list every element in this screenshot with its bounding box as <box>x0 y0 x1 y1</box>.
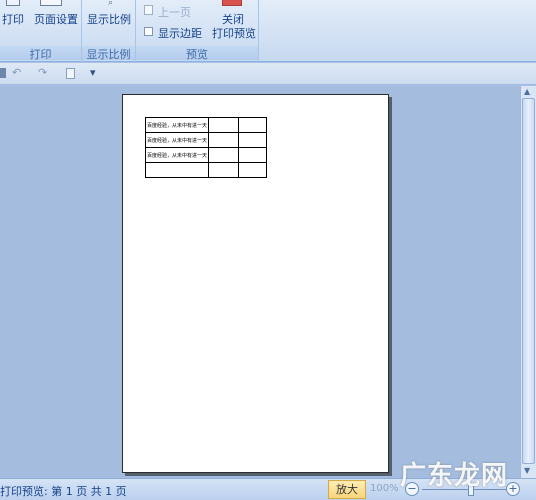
table-row <box>144 162 268 178</box>
vertical-scrollbar[interactable]: ▲ ▼ <box>520 86 536 478</box>
zoom-button[interactable]: 显示比例 <box>87 11 131 27</box>
print-preview-qat-icon[interactable] <box>66 68 75 79</box>
table-cell: 百度经验，从未中有进一天 <box>144 132 210 148</box>
table-cell <box>208 132 240 148</box>
table-cell <box>238 162 268 178</box>
quick-access-toolbar: ↶ ↷ ▾ <box>0 63 536 85</box>
scroll-up-icon[interactable]: ▲ <box>524 87 530 96</box>
scroll-thumb[interactable] <box>522 98 535 464</box>
table-cell: 百度经验，从未中有进一天 <box>144 147 210 163</box>
table-cell <box>144 162 210 178</box>
close-preview-label-2[interactable]: 打印预览 <box>212 25 256 41</box>
table-cell <box>208 162 240 178</box>
page-setup-icon <box>40 0 62 6</box>
preview-page: 百度经验，从未中有进一天 百度经验，从未中有进一天 百度经验，从未中有进一天 <box>122 94 389 473</box>
status-text: 打印预览: 第 1 页 共 1 页 <box>0 485 127 498</box>
group-label-print: 打印 <box>0 46 81 61</box>
table-cell <box>238 147 268 163</box>
undo-icon[interactable]: ↶ <box>12 66 21 79</box>
watermark: 广东龙网 <box>400 461 509 491</box>
page-setup-button[interactable]: 页面设置 <box>34 11 78 27</box>
magnifier-icon: ⌕ <box>108 0 114 8</box>
group-label-zoom: 显示比例 <box>82 46 135 61</box>
redo-icon[interactable]: ↷ <box>38 66 47 79</box>
sheet-table: 百度经验，从未中有进一天 百度经验，从未中有进一天 百度经验，从未中有进一天 <box>144 117 268 178</box>
table-row: 百度经验，从未中有进一天 <box>144 147 268 163</box>
show-margins-label[interactable]: 显示边距 <box>158 25 202 41</box>
scroll-down-icon[interactable]: ▼ <box>524 466 530 475</box>
ribbon-group-print: 打印 页面设置 打印 <box>0 0 82 62</box>
table-cell: 百度经验，从未中有进一天 <box>144 117 210 133</box>
ribbon-group-preview: 上一页 显示边距 关闭 打印预览 预览 <box>136 0 259 62</box>
close-preview-icon <box>222 0 242 6</box>
printer-icon <box>6 0 20 6</box>
ribbon: 打印 页面设置 打印 ⌕ 显示比例 显示比例 上一页 显示边距 关闭 打印预览 … <box>0 0 536 62</box>
table-row: 百度经验，从未中有进一天 <box>144 132 268 148</box>
save-icon[interactable] <box>0 68 6 78</box>
table-row: 百度经验，从未中有进一天 <box>144 117 268 133</box>
print-button[interactable]: 打印 <box>2 11 24 27</box>
prev-page-button[interactable]: 上一页 <box>158 4 191 20</box>
zoom-in-button[interactable]: 放大 <box>328 480 366 499</box>
show-margins-checkbox[interactable] <box>144 27 153 36</box>
ribbon-group-zoom: ⌕ 显示比例 显示比例 <box>82 0 136 62</box>
table-cell <box>238 117 268 133</box>
table-cell <box>208 117 240 133</box>
table-cell <box>208 147 240 163</box>
zoom-level[interactable]: 100% <box>370 483 399 494</box>
customize-qat-icon[interactable]: ▾ <box>90 66 96 79</box>
prev-page-icon <box>144 5 153 15</box>
zoom-in-icon[interactable]: + <box>506 482 520 496</box>
table-cell <box>238 132 268 148</box>
group-label-preview: 预览 <box>136 46 258 61</box>
